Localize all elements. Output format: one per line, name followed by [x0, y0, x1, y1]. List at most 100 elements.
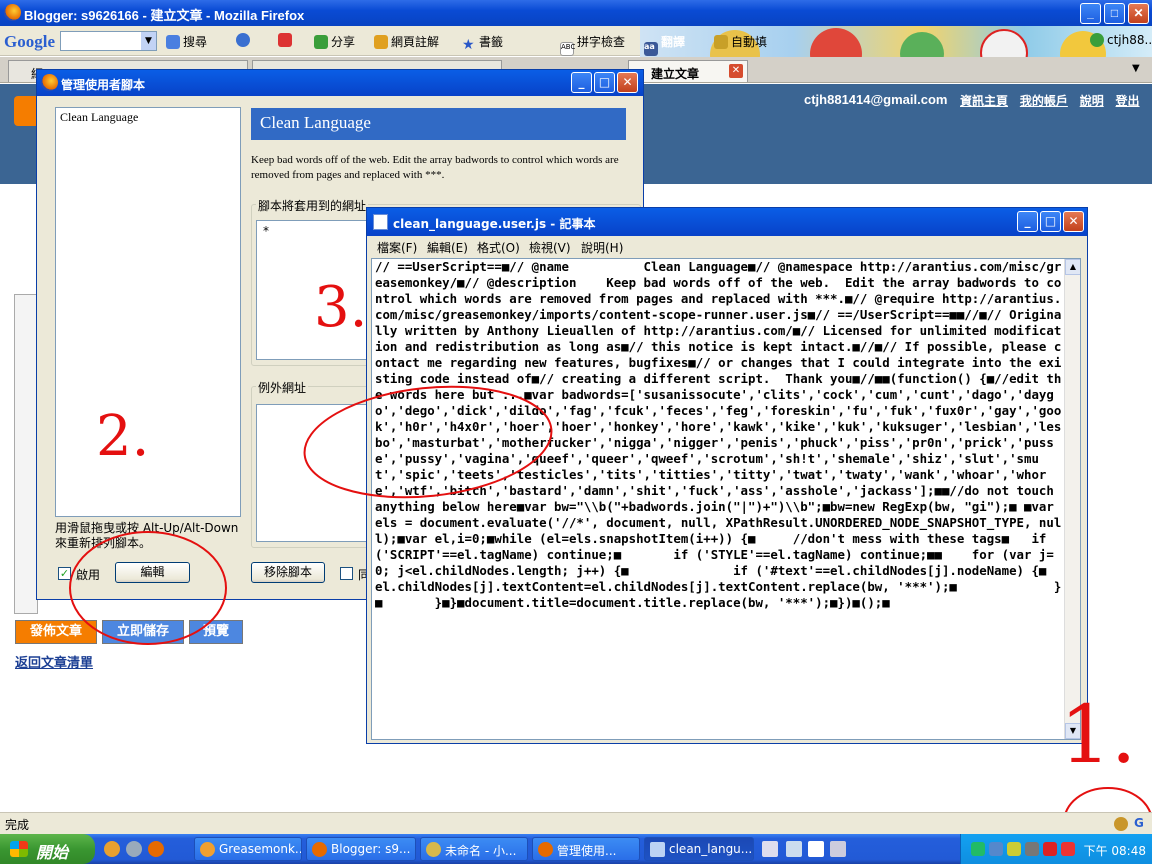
- firefox-icon: [41, 74, 58, 91]
- greasemonkey-icon[interactable]: [1114, 817, 1128, 831]
- firefox-icon: [538, 842, 553, 857]
- task-blogger[interactable]: Blogger: s9...: [306, 837, 416, 861]
- script-source[interactable]: // ==UserScript==■// @name Clean Languag…: [375, 259, 1065, 611]
- start-button[interactable]: 開始: [0, 834, 95, 864]
- autofill-button[interactable]: 自動填: [714, 33, 767, 50]
- clock: 下午 08:48: [1083, 844, 1146, 858]
- translate-button[interactable]: aa 翻譯: [644, 33, 685, 56]
- dashboard-link[interactable]: 資訊主頁: [960, 94, 1008, 108]
- task-gm-manager[interactable]: 管理使用...: [532, 837, 640, 861]
- signout-link[interactable]: 登出: [1116, 94, 1140, 108]
- publish-button[interactable]: 發佈文章: [15, 620, 97, 644]
- system-tray: 下午 08:48: [960, 834, 1152, 864]
- google-toolbar: Google ▼ 搜尋 分享 網頁註解 ★ 書籤 ABC 拼字檢查 aa 翻譯 自動填…: [0, 26, 1152, 82]
- tray-icon[interactable]: [1043, 842, 1057, 856]
- tray-icon[interactable]: [971, 842, 985, 856]
- close-tab-icon[interactable]: ✕: [729, 64, 743, 78]
- user-email: ctjh881414@gmail.com: [804, 92, 948, 107]
- browser-title: Blogger: s9626166 - 建立文章 - Mozilla Firef…: [24, 8, 305, 23]
- script-name-heading: Clean Language: [251, 108, 626, 140]
- exclude-label: 例外網址: [256, 379, 309, 396]
- quicklaunch-ie-icon[interactable]: [126, 841, 142, 857]
- menu-help[interactable]: 說明(H): [581, 239, 623, 256]
- menu-view[interactable]: 檢視(V): [529, 239, 571, 256]
- np-close-button[interactable]: ✕: [1063, 211, 1084, 232]
- globe-icon: [236, 33, 250, 47]
- quicklaunch-chrome-icon[interactable]: [104, 841, 120, 857]
- also-checkbox[interactable]: [340, 567, 353, 580]
- google-status-icon[interactable]: G: [1134, 816, 1144, 830]
- tab-label: 建立文章: [651, 67, 700, 81]
- bookmarks-button[interactable]: ★ 書籤: [462, 33, 503, 52]
- vertical-scrollbar[interactable]: ▲ ▼: [1064, 259, 1080, 739]
- task-label: Blogger: s9...: [331, 842, 411, 856]
- tray-icon[interactable]: [1025, 842, 1039, 856]
- np-maximize-button[interactable]: □: [1040, 211, 1061, 232]
- menu-format[interactable]: 格式(O): [477, 239, 520, 256]
- tool-icon[interactable]: [786, 841, 802, 857]
- help-icon[interactable]: [808, 841, 824, 857]
- share-button[interactable]: 分享: [314, 33, 355, 50]
- task-greasemonkey[interactable]: Greasemonk...: [194, 837, 302, 861]
- gmail-icon: [278, 33, 292, 47]
- maximize-button[interactable]: □: [1104, 3, 1125, 24]
- start-label: 開始: [36, 843, 69, 862]
- include-item[interactable]: *: [263, 224, 269, 238]
- back-to-posts-link[interactable]: 返回文章清單: [15, 652, 93, 671]
- search-button[interactable]: 搜尋: [166, 33, 207, 50]
- annotation-2: 2.: [96, 404, 150, 469]
- tab-list-icon[interactable]: ▼: [1132, 63, 1140, 74]
- preview-button[interactable]: 預覽: [189, 620, 243, 644]
- annotation-1: 1.: [1060, 688, 1137, 781]
- bookmark-page-label: 網頁註解: [391, 35, 440, 49]
- spellcheck-button[interactable]: ABC 拼字檢查: [560, 33, 625, 56]
- google-search-input[interactable]: ▼: [60, 31, 157, 51]
- close-button[interactable]: ✕: [1128, 3, 1149, 24]
- quicklaunch-firefox-icon[interactable]: [148, 841, 164, 857]
- script-description: Keep bad words off of the web. Edit the …: [251, 154, 619, 181]
- autofill-icon: [714, 35, 728, 49]
- notepad-menubar: 檔案(F) 編輯(E) 格式(O) 檢視(V) 說明(H): [367, 236, 1087, 256]
- enabled-label: 啟用: [76, 568, 101, 582]
- notepad-title: clean_language.user.js - 記事本: [393, 217, 596, 231]
- bookmark-page-button[interactable]: 網頁註解: [374, 33, 439, 50]
- task-paint[interactable]: 未命名 - 小...: [420, 837, 528, 861]
- gm-maximize-button[interactable]: □: [594, 72, 615, 93]
- menu-file[interactable]: 檔案(F): [377, 239, 417, 256]
- spellcheck-icon: ABC: [560, 42, 575, 56]
- tray-icon[interactable]: [989, 842, 1003, 856]
- save-button[interactable]: 立即儲存: [102, 620, 184, 644]
- task-label: 管理使用...: [557, 844, 617, 858]
- script-list-item[interactable]: Clean Language: [56, 108, 240, 127]
- gm-titlebar: 管理使用者腳本 _ □ ✕: [37, 70, 643, 96]
- help-link[interactable]: 說明: [1080, 94, 1104, 108]
- status-text: 完成: [5, 818, 30, 832]
- chrome-icon: [200, 842, 215, 857]
- np-minimize-button[interactable]: _: [1017, 211, 1038, 232]
- account-link[interactable]: 我的帳戶: [1020, 94, 1068, 108]
- tab-active[interactable]: 建立文章 ✕: [628, 60, 748, 82]
- document-icon[interactable]: [830, 841, 846, 857]
- account-button[interactable]: ctjh88...: [1090, 33, 1152, 47]
- notepad-text-area[interactable]: // ==UserScript==■// @name Clean Languag…: [371, 258, 1081, 740]
- spellcheck-label: 拼字檢查: [577, 35, 626, 49]
- chevron-down-icon[interactable]: ▼: [141, 32, 156, 50]
- task-notepad[interactable]: clean_langu...: [644, 837, 754, 861]
- enabled-checkbox[interactable]: ✓: [58, 567, 71, 580]
- notepad-window: clean_language.user.js - 記事本 _ □ ✕ 檔案(F)…: [366, 207, 1088, 744]
- menu-edit[interactable]: 編輯(E): [427, 239, 468, 256]
- gmail-button[interactable]: [278, 33, 295, 47]
- uninstall-button[interactable]: 移除腳本: [251, 562, 325, 583]
- globe-button[interactable]: [236, 33, 253, 47]
- search-icon: [166, 35, 180, 49]
- minimize-button[interactable]: _: [1080, 3, 1101, 24]
- gm-minimize-button[interactable]: _: [571, 72, 592, 93]
- scroll-up-icon[interactable]: ▲: [1065, 259, 1080, 275]
- gm-close-button[interactable]: ✕: [617, 72, 638, 93]
- edit-button[interactable]: 編輯: [115, 562, 190, 583]
- calculator-icon[interactable]: [762, 841, 778, 857]
- tray-icon[interactable]: [1007, 842, 1021, 856]
- editor-edge: [14, 294, 38, 614]
- windows-taskbar: 開始 Greasemonk... Blogger: s9... 未命名 - 小.…: [0, 834, 1152, 864]
- tray-icon[interactable]: [1061, 842, 1075, 856]
